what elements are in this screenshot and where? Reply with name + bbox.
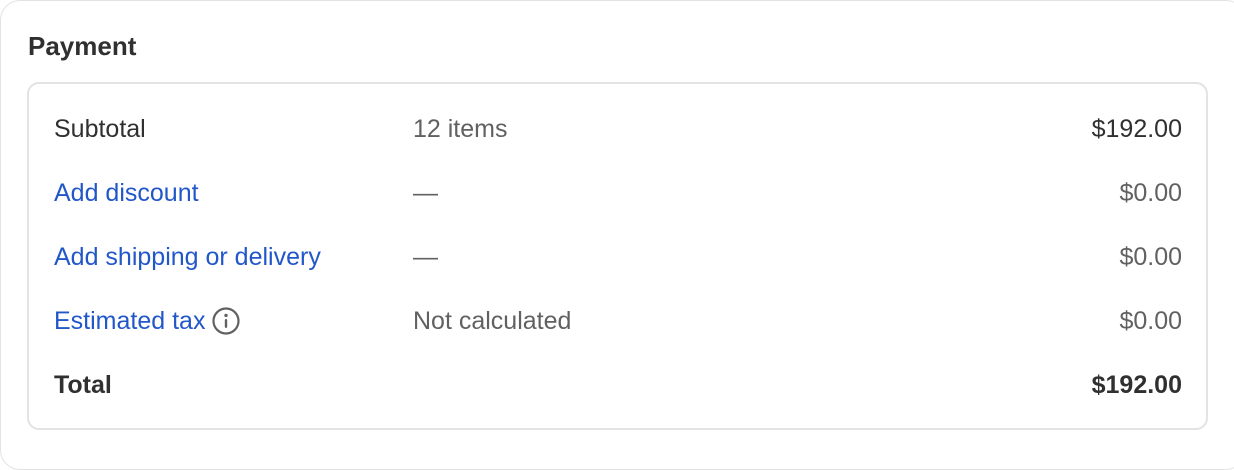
- subtotal-item-count: 12 items: [413, 115, 508, 143]
- payment-summary: Subtotal 12 items $192.00 Add discount —…: [27, 82, 1208, 430]
- info-icon[interactable]: [211, 306, 241, 336]
- total-amount: $192.00: [1091, 371, 1182, 399]
- subtotal-amount: $192.00: [1091, 115, 1182, 143]
- shipping-detail: —: [413, 243, 438, 271]
- discount-detail: —: [413, 179, 438, 207]
- shipping-amount: $0.00: [1119, 243, 1182, 271]
- discount-amount: $0.00: [1119, 179, 1182, 207]
- tax-detail: Not calculated: [413, 307, 572, 335]
- total-label: Total: [54, 371, 112, 399]
- total-row: Total $192.00: [29, 365, 1206, 405]
- shipping-row: Add shipping or delivery — $0.00: [29, 237, 1206, 277]
- add-shipping-link[interactable]: Add shipping or delivery: [54, 237, 321, 277]
- tax-amount: $0.00: [1119, 307, 1182, 335]
- payment-title: Payment: [28, 31, 137, 61]
- discount-row: Add discount — $0.00: [29, 173, 1206, 213]
- add-discount-link[interactable]: Add discount: [54, 173, 199, 213]
- estimated-tax-link[interactable]: Estimated tax: [54, 301, 205, 341]
- tax-row: Estimated tax Not calculated $0.00: [29, 301, 1206, 341]
- payment-card: Payment Subtotal 12 items $192.00 Add di…: [0, 0, 1234, 470]
- subtotal-row: Subtotal 12 items $192.00: [29, 109, 1206, 149]
- subtotal-label: Subtotal: [54, 115, 146, 143]
- estimated-tax-group: Estimated tax: [54, 301, 241, 341]
